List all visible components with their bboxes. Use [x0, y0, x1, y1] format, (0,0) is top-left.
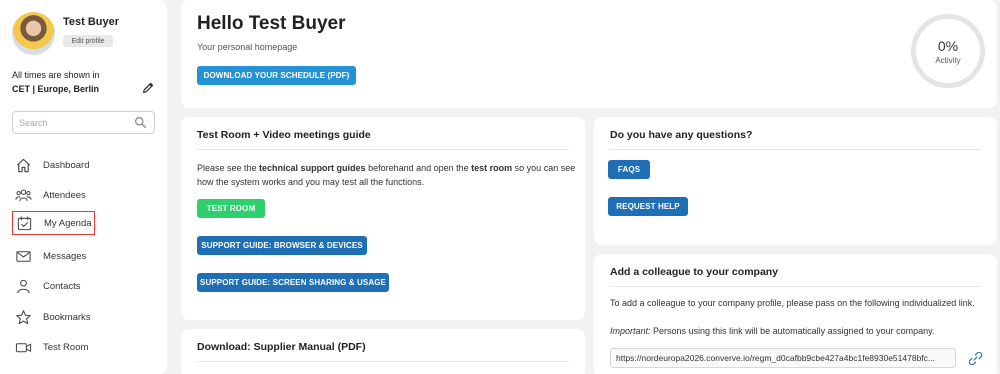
card-title: Do you have any questions?: [610, 129, 753, 141]
sidebar-item-label: Bookmarks: [43, 311, 91, 323]
support-guide-screen-button[interactable]: SUPPORT GUIDE: SCREEN SHARING & USAGE: [197, 273, 389, 292]
activity-gauge: 0% Activity: [911, 14, 985, 88]
sidebar-item-messages[interactable]: Messages: [12, 244, 155, 268]
invite-link-field[interactable]: https://nordeuropa2026.converve.io/regm_…: [610, 348, 956, 368]
sidebar-item-label: Contacts: [43, 280, 81, 292]
guide-text: beforehand and open the: [365, 163, 472, 173]
card-title[interactable]: Download: Supplier Manual (PDF): [197, 341, 366, 353]
colleague-description: To add a colleague to your company profi…: [610, 298, 975, 308]
card-title: Add a colleague to your company: [610, 266, 779, 278]
important-label: Important:: [610, 326, 651, 336]
divider: [197, 361, 569, 362]
avatar[interactable]: [12, 12, 55, 55]
sidebar-item-label: Test Room: [43, 341, 89, 353]
important-text: Persons using this link will be automati…: [650, 326, 935, 336]
guide-description: Please see the technical support guides …: [197, 161, 577, 189]
sidebar: Test Buyer Edit profile All times are sh…: [0, 0, 167, 374]
star-icon: [16, 309, 31, 324]
add-colleague-card: Add a colleague to your company To add a…: [594, 254, 997, 374]
sidebar-item-label: Attendees: [43, 189, 86, 201]
card-title: Test Room + Video meetings guide: [197, 129, 371, 141]
search-box: [12, 111, 155, 134]
search-icon[interactable]: [134, 116, 147, 129]
link-copy-icon[interactable]: [967, 350, 984, 367]
calendar-check-icon: [17, 215, 32, 230]
timezone-label: All times are shown in: [12, 70, 100, 80]
page-title: Hello Test Buyer: [197, 13, 346, 34]
pencil-icon[interactable]: [141, 81, 155, 95]
guide-text: how the system works and you may test al…: [197, 177, 425, 187]
sidebar-item-label: Dashboard: [43, 159, 90, 171]
search-input[interactable]: [13, 112, 123, 133]
sidebar-item-my-agenda[interactable]: My Agenda: [12, 211, 95, 235]
user-name: Test Buyer: [63, 16, 120, 28]
sidebar-item-label: My Agenda: [44, 217, 92, 229]
faqs-button[interactable]: FAQS: [608, 160, 650, 179]
divider: [610, 286, 981, 287]
sidebar-item-dashboard[interactable]: Dashboard: [12, 153, 155, 177]
timezone-value: CET | Europe, Berlin: [12, 84, 100, 94]
sidebar-item-contacts[interactable]: Contacts: [12, 274, 155, 298]
colleague-important-note: Important: Persons using this link will …: [610, 324, 990, 338]
supplier-manual-card: Download: Supplier Manual (PDF): [181, 329, 585, 374]
activity-value: 0%: [937, 38, 959, 54]
home-icon: [16, 158, 31, 172]
guide-text-bold: technical support guides: [259, 163, 366, 173]
guide-text: Please see the: [197, 163, 260, 173]
edit-profile-button[interactable]: Edit profile: [63, 35, 113, 47]
sidebar-item-test-room[interactable]: Test Room: [12, 335, 155, 359]
divider: [610, 149, 981, 150]
guide-text-bold: test room: [471, 163, 513, 173]
download-schedule-button[interactable]: DOWNLOAD YOUR SCHEDULE (PDF): [197, 66, 356, 85]
request-help-button[interactable]: REQUEST HELP: [608, 197, 688, 216]
page-subtitle: Your personal homepage: [197, 42, 298, 52]
divider: [197, 149, 569, 150]
video-camera-icon: [15, 342, 32, 352]
person-icon: [17, 279, 30, 293]
sidebar-item-label: Messages: [43, 250, 87, 262]
envelope-icon: [16, 250, 31, 262]
test-room-button[interactable]: TEST ROOM: [197, 199, 265, 218]
people-icon: [15, 189, 32, 201]
welcome-card: Hello Test Buyer Your personal homepage …: [181, 0, 997, 108]
video-guide-card: Test Room + Video meetings guide Please …: [181, 117, 585, 320]
guide-text: so you can see: [512, 163, 576, 173]
sidebar-item-bookmarks[interactable]: Bookmarks: [12, 305, 155, 329]
questions-card: Do you have any questions? FAQS REQUEST …: [594, 117, 997, 245]
support-guide-browser-button[interactable]: SUPPORT GUIDE: BROWSER & DEVICES: [197, 236, 367, 255]
activity-label: Activity: [935, 56, 961, 65]
sidebar-item-attendees[interactable]: Attendees: [12, 183, 155, 207]
